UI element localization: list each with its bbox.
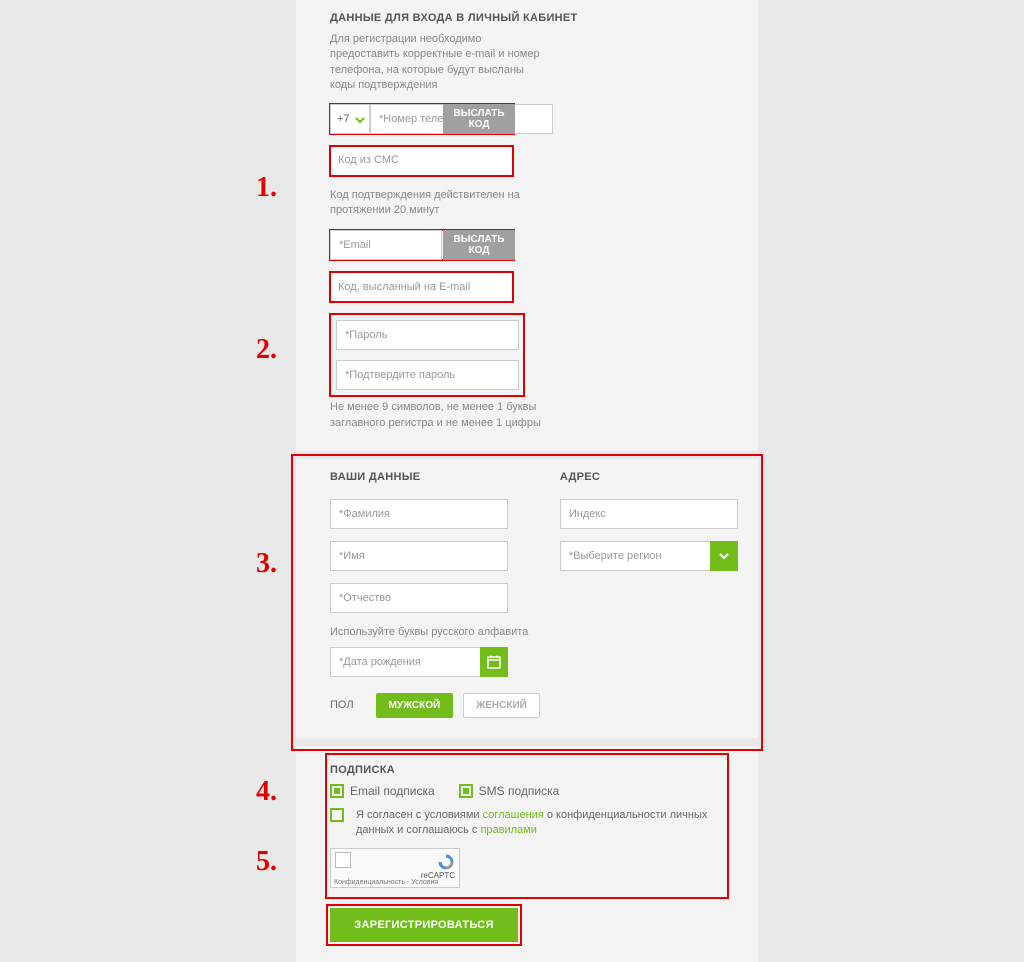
sms-subscribe-checkbox[interactable] [459, 784, 473, 798]
recaptcha-icon [437, 853, 455, 871]
section-title-subscription: ПОДПИСКА [330, 764, 718, 776]
email-code-input[interactable] [330, 272, 513, 302]
country-code-value: +7 [337, 113, 350, 125]
firstname-input[interactable] [330, 541, 508, 571]
chevron-down-icon [710, 541, 738, 571]
chevron-down-icon [353, 113, 367, 127]
sms-subscribe-label: SMS подписка [479, 784, 560, 798]
section-title-personal: ВАШИ ДАННЫЕ [330, 471, 540, 483]
section-login-data: ДАННЫЕ ДЛЯ ВХОДА В ЛИЧНЫЙ КАБИНЕТ Для ре… [296, 0, 758, 459]
email-subscribe-label: Email подписка [350, 784, 435, 798]
register-submit-button[interactable]: ЗАРЕГИСТРИРОВАТЬСЯ [330, 908, 518, 942]
gender-male-button[interactable]: МУЖСКОЙ [376, 693, 454, 718]
callout-3: 3. [256, 548, 277, 580]
callout-1: 1. [256, 172, 277, 204]
send-email-code-button[interactable]: ВЫСЛАТЬ КОД [443, 230, 515, 260]
postal-index-input[interactable] [560, 499, 738, 529]
recaptcha-footer: Конфиденциальность - Условия [334, 879, 438, 886]
send-sms-code-button[interactable]: ВЫСЛАТЬ КОД [443, 104, 515, 134]
recaptcha-widget[interactable]: reCAPTC Конфиденциальность - Условия [330, 848, 460, 888]
section-personal: ВАШИ ДАННЫЕ Используйте буквы русского а… [296, 459, 758, 745]
email-subscribe-checkbox[interactable] [330, 784, 344, 798]
phone-row: +7 ВЫСЛАТЬ КОД [330, 104, 514, 134]
calendar-icon[interactable] [480, 647, 508, 677]
callout-4: 4. [256, 776, 277, 808]
section-title-login: ДАННЫЕ ДЛЯ ВХОДА В ЛИЧНЫЙ КАБИНЕТ [330, 12, 724, 24]
password-confirm-input[interactable] [336, 360, 519, 390]
agree-checkbox[interactable] [330, 808, 344, 822]
country-code-select[interactable]: +7 [330, 104, 370, 134]
agreement-link[interactable]: соглашения [483, 809, 544, 821]
agree-text: Я согласен с условиями соглашения о конф… [356, 808, 718, 839]
section-title-address: АДРЕС [560, 471, 738, 483]
alphabet-hint: Используйте буквы русского алфавита [330, 625, 530, 640]
sms-code-input[interactable] [330, 146, 513, 176]
middlename-input[interactable] [330, 583, 508, 613]
password-input[interactable] [336, 320, 519, 350]
callout-2: 2. [256, 334, 277, 366]
region-select[interactable]: *Выберите регион [560, 541, 738, 571]
rules-link[interactable]: правилами [480, 824, 536, 836]
region-placeholder: *Выберите регион [569, 550, 662, 562]
callout-5: 5. [256, 846, 277, 878]
password-hint: Не менее 9 символов, не менее 1 буквы за… [330, 400, 550, 431]
gender-female-button[interactable]: ЖЕНСКИЙ [463, 693, 540, 718]
lastname-input[interactable] [330, 499, 508, 529]
password-block [330, 314, 524, 396]
sms-code-hint: Код подтверждения действителен на протяж… [330, 188, 530, 219]
login-description: Для регистрации необходимо предоставить … [330, 32, 550, 94]
section-subscription: ПОДПИСКА Email подписка SMS подписка Я с… [296, 746, 758, 962]
email-input[interactable] [330, 230, 442, 260]
gender-label: ПОЛ [330, 699, 354, 711]
recaptcha-checkbox[interactable] [335, 852, 351, 868]
